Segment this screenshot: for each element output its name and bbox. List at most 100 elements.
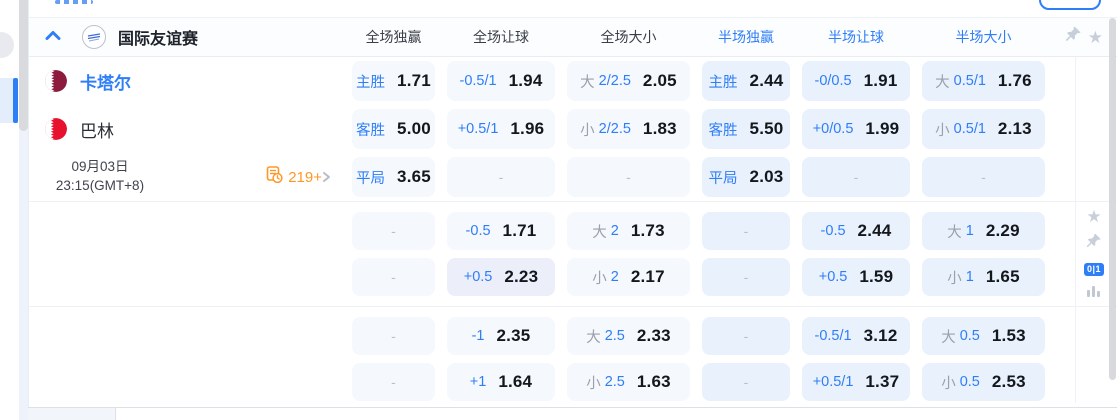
odds-dash: - xyxy=(391,269,396,285)
odds-cell-empty[interactable]: - xyxy=(352,212,435,250)
odds-dash: - xyxy=(391,374,396,390)
league-info: 国际友谊赛 xyxy=(29,18,346,56)
active-indicator xyxy=(13,78,18,123)
column-header-half-win: 半场独赢 xyxy=(696,27,796,47)
odds-cell[interactable]: +0.5/11.96 xyxy=(447,109,555,149)
sidebar-selected-item[interactable] xyxy=(0,78,18,123)
odds-value: 1.65 xyxy=(986,267,1020,287)
odds-cell-empty[interactable]: - xyxy=(922,157,1045,197)
home-team[interactable]: 卡塔尔 xyxy=(29,57,346,105)
odds-cell[interactable]: 小11.65 xyxy=(922,258,1045,296)
odds-row-home: 卡塔尔 主胜1.71 -0.5/11.94 大2/2.52.05 主胜2.44 -0/0… xyxy=(29,57,1117,105)
odds-dash: - xyxy=(391,223,396,239)
odds-cell[interactable]: 平局2.03 xyxy=(702,157,790,197)
away-team-name: 巴林 xyxy=(80,117,114,142)
odds-cell[interactable]: 大21.73 xyxy=(567,212,690,250)
collapse-button[interactable] xyxy=(45,28,61,46)
odds-line-label: 主胜 xyxy=(356,71,385,92)
row-end-spacer xyxy=(1051,313,1117,359)
odds-cell-empty[interactable]: - xyxy=(567,157,690,197)
odds-cell-empty[interactable]: - xyxy=(352,363,435,401)
extra-markets-link[interactable]: 219+ xyxy=(266,166,331,188)
odds-cell[interactable]: 主胜1.71 xyxy=(352,61,435,101)
star-icon[interactable]: ★ xyxy=(1088,29,1103,46)
odds-cell[interactable]: +0.5 1.59 xyxy=(802,258,910,296)
odds-cell[interactable]: 平局3.65 xyxy=(352,157,435,197)
odds-dash: - xyxy=(391,328,396,344)
clipped-row-above xyxy=(29,0,1117,18)
odds-line-label: +0.5/1 xyxy=(813,374,854,390)
odds-prefix: 小 xyxy=(580,119,595,140)
odds-line-label: 0.5 xyxy=(960,374,980,390)
odds-value: 2.29 xyxy=(986,221,1020,241)
odds-cell[interactable]: -0.51.71 xyxy=(447,212,555,250)
odds-cell-empty[interactable]: - xyxy=(352,317,435,355)
odds-value: 2.17 xyxy=(631,267,665,287)
odds-line-label: -0/0.5 xyxy=(815,73,852,89)
odds-cell[interactable]: 大12.29 xyxy=(922,212,1045,250)
odds-cell[interactable]: 主胜2.44 xyxy=(702,61,790,101)
odds-line-label: 客胜 xyxy=(356,119,385,140)
odds-cell[interactable]: 大2/2.52.05 xyxy=(567,61,690,101)
odds-cell[interactable]: -0.52.44 xyxy=(802,212,910,250)
sidebar-edge xyxy=(0,0,18,420)
odds-cell[interactable]: 客胜5.00 xyxy=(352,109,435,149)
odds-value: 1.91 xyxy=(864,71,898,91)
odds-dash: - xyxy=(744,269,749,285)
odds-prefix: 大 xyxy=(592,221,607,242)
odds-cell[interactable]: 大2.52.33 xyxy=(567,317,690,355)
pin-icon[interactable] xyxy=(1065,27,1081,48)
odds-cell[interactable]: +0/0.51.99 xyxy=(802,109,910,149)
odds-cell[interactable]: -0.5/11.94 xyxy=(447,61,555,101)
match-meta: 09月03日 23:15(GMT+8) xyxy=(29,153,346,201)
score-badge[interactable]: 0|1 xyxy=(1084,263,1104,276)
odds-value: 2.35 xyxy=(497,326,531,346)
odds-value: 1.63 xyxy=(637,372,671,392)
odds-value: 2.33 xyxy=(637,326,671,346)
odds-cell[interactable]: -0.5/13.12 xyxy=(802,317,910,355)
favorite-star-icon[interactable]: ★ xyxy=(1086,208,1101,225)
pin-match-icon[interactable] xyxy=(1086,234,1101,254)
league-actions: ★ xyxy=(1051,27,1117,48)
odds-dash: - xyxy=(626,169,631,185)
away-team[interactable]: 巴林 xyxy=(29,105,346,153)
stats-chart-icon[interactable] xyxy=(1086,285,1101,303)
next-section-team-column xyxy=(28,408,116,420)
odds-cell-empty[interactable]: - xyxy=(702,212,790,250)
left-scrollbar-thumb[interactable] xyxy=(19,0,28,131)
column-header-full-handicap: 全场让球 xyxy=(441,27,561,47)
odds-value: 2.03 xyxy=(750,167,784,187)
odds-cell[interactable]: 客胜5.50 xyxy=(702,109,790,149)
odds-cell[interactable]: -0/0.5 1.91 xyxy=(802,61,910,101)
odds-cell[interactable]: 小2.51.63 xyxy=(567,363,690,401)
odds-cell-empty[interactable]: - xyxy=(352,258,435,296)
clipped-button-partial[interactable] xyxy=(1039,0,1101,10)
odds-prefix: 小 xyxy=(592,267,607,288)
odds-cell-empty[interactable]: - xyxy=(702,363,790,401)
odds-cell[interactable]: 小22.17 xyxy=(567,258,690,296)
right-scrollbar-thumb[interactable] xyxy=(1109,18,1116,380)
row-end-spacer xyxy=(1051,57,1117,105)
bahrain-flag-icon xyxy=(45,118,67,140)
odds-cell-empty[interactable]: - xyxy=(702,317,790,355)
odds-cell[interactable]: +0.5/11.37 xyxy=(802,363,910,401)
odds-line-label: -0.5 xyxy=(821,223,846,239)
icon-column-divider xyxy=(1075,56,1076,403)
odds-cell[interactable]: 大0.51.53 xyxy=(922,317,1045,355)
odds-cell-empty[interactable]: - xyxy=(702,258,790,296)
sidebar-avatar-partial xyxy=(0,32,14,58)
odds-value: 2.05 xyxy=(643,71,677,91)
home-team-name: 卡塔尔 xyxy=(80,69,131,94)
odds-cell-empty[interactable]: - xyxy=(802,157,910,197)
odds-cell-empty[interactable]: - xyxy=(447,157,555,197)
odds-cell[interactable]: 小0.52.53 xyxy=(922,363,1045,401)
odds-value: 1.59 xyxy=(859,267,893,287)
odds-cell[interactable]: -12.35 xyxy=(447,317,555,355)
odds-line-label: +0/0.5 xyxy=(813,121,854,137)
odds-cell[interactable]: +0.52.23 xyxy=(447,258,555,296)
odds-line-label: +0.5 xyxy=(819,269,848,285)
odds-cell[interactable]: 小2/2.51.83 xyxy=(567,109,690,149)
odds-cell[interactable]: 大0.5/11.76 xyxy=(922,61,1045,101)
odds-cell[interactable]: 小0.5/12.13 xyxy=(922,109,1045,149)
odds-cell[interactable]: +11.64 xyxy=(447,363,555,401)
